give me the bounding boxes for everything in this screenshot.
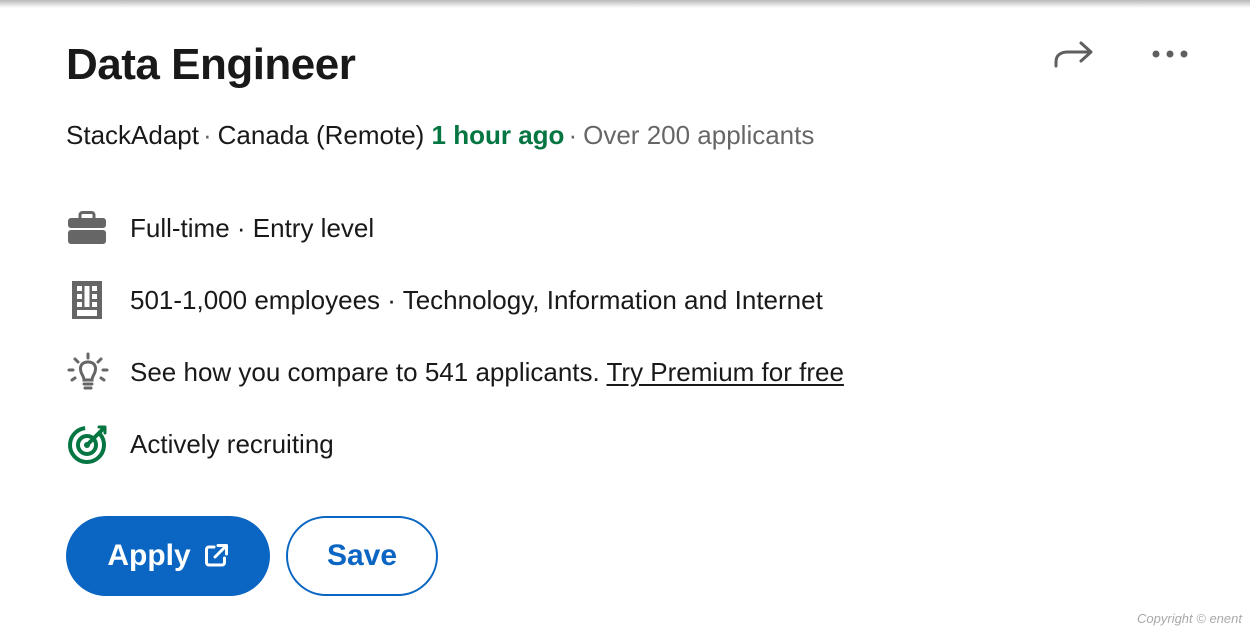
job-title: Data Engineer [66, 40, 356, 89]
insight-text: See how you compare to 541 applicants. T… [130, 357, 844, 388]
external-link-icon [203, 543, 229, 569]
insight-text: Actively recruiting [130, 428, 334, 459]
more-options-button[interactable] [1142, 30, 1198, 78]
meta-separator: · [202, 120, 212, 150]
insight-job-type: Full-time · Entry level [66, 206, 374, 250]
copyright-watermark: Copyright © enent [1137, 611, 1242, 626]
save-button[interactable]: Save [286, 516, 438, 596]
lightbulb-icon [66, 350, 114, 394]
insight-text: 501-1,000 employees · Technology, Inform… [130, 284, 823, 315]
insight-recruiting: Actively recruiting [66, 422, 334, 466]
target-icon [66, 422, 114, 466]
building-icon [66, 278, 114, 322]
apply-button[interactable]: Apply [66, 516, 270, 596]
try-premium-link[interactable]: Try Premium for free [607, 357, 844, 387]
insight-company-size: 501-1,000 employees · Technology, Inform… [66, 278, 823, 322]
insight-text: Full-time · Entry level [130, 212, 375, 243]
insight-premium-compare: See how you compare to 541 applicants. T… [66, 350, 844, 394]
top-shadow [0, 0, 1250, 8]
compare-text: See how you compare to 541 applicants. [130, 356, 607, 387]
briefcase-icon [66, 206, 114, 250]
job-meta-line: StackAdapt · Canada (Remote) 1 hour ago · Ov… [66, 120, 814, 151]
meta-separator: · [568, 120, 578, 150]
job-details-card: Data Engineer StackAdapt · Canada (Remote)… [0, 0, 1250, 630]
posted-time: 1 hour ago [431, 120, 565, 150]
company-name[interactable]: StackAdapt [66, 120, 199, 150]
share-icon [1054, 41, 1093, 68]
share-button[interactable] [1046, 30, 1102, 78]
job-location: Canada (Remote) [217, 120, 425, 150]
apply-button-label: Apply [107, 539, 191, 572]
applicant-count: Over 200 applicants [583, 120, 815, 150]
ellipsis-icon [1152, 50, 1188, 58]
